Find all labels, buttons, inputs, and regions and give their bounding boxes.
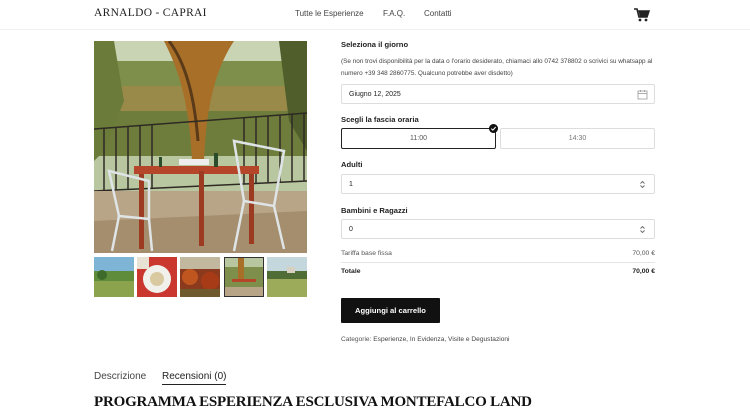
base-fee-row: Tariffa base fissa 70,00 € [341,250,655,257]
add-to-cart-button[interactable]: Aggiungi al carrello [341,298,440,323]
availability-note: (Se non trovi disponibilità per la data … [341,58,653,77]
selected-check-icon [489,124,498,133]
categories-links[interactable]: Esperienze, In Evidenza, Visite e Degust… [373,336,509,343]
stepper-arrows-icon[interactable] [637,179,648,190]
date-picker[interactable]: Giugno 12, 2025 [341,84,655,104]
vineyard-field-thumb [267,257,307,297]
autumn-vines-thumb [180,257,220,297]
thumbnail-2[interactable] [137,257,177,297]
kids-stepper[interactable]: 0 [341,219,655,239]
base-fee-value: 70,00 € [632,250,655,257]
plate-food-thumb [137,257,177,297]
terrace-table-thumb [224,257,264,297]
categories-label: Categorie: [341,336,372,343]
tab-descrizione[interactable]: Descrizione [94,371,146,382]
adults-label: Adulti [341,160,363,169]
base-fee-label: Tariffa base fissa [341,250,392,257]
thumbnail-4-selected[interactable] [224,257,264,297]
kids-label: Bambini e Ragazzi [341,206,408,215]
day-label: Seleziona il giorno [341,40,409,49]
shopping-cart-icon[interactable] [634,8,650,22]
total-value: 70,00 € [632,268,655,275]
calendar-icon [637,90,648,100]
total-label: Totale [341,268,361,275]
tab-recensioni-label: Recensioni (0) [162,371,227,382]
kids-value: 0 [349,226,353,233]
time-slot-1430[interactable]: 14:30 [500,128,655,149]
thumbnail-1[interactable] [94,257,134,297]
nav-tutte-le-esperienze[interactable]: Tutte le Esperienze [295,9,364,18]
nav-contatti[interactable]: Contatti [424,9,452,18]
site-header: ARNALDO - CAPRAI Tutte le Esperienze F.A… [0,0,750,30]
vineyard-landscape-thumb [94,257,134,297]
tab-recensioni[interactable]: Recensioni (0) [162,371,227,385]
time-label: Scegli la fascia oraria [341,115,419,124]
adults-value: 1 [349,181,353,188]
divider [341,262,655,263]
thumbnail-gallery [94,257,307,298]
product-main-image[interactable] [94,41,307,253]
categories-line: Categorie: Esperienze, In Evidenza, Visi… [341,336,510,343]
date-value: Giugno 12, 2025 [349,91,401,98]
stepper-arrows-icon[interactable] [637,224,648,235]
nav-faq[interactable]: F.A.Q. [383,9,405,18]
thumbnail-3[interactable] [180,257,220,297]
vineyard-terrace-table-photo [94,41,307,253]
tab-underline [162,384,227,385]
section-title: PROGRAMMA ESPERIENZA ESCLUSIVA MONTEFALC… [94,394,532,410]
thumbnail-5[interactable] [267,257,307,297]
brand-logo[interactable]: ARNALDO - CAPRAI [94,7,207,19]
time-slot-1100[interactable]: 11:00 [341,128,496,149]
adults-stepper[interactable]: 1 [341,174,655,194]
total-row: Totale 70,00 € [341,268,655,275]
